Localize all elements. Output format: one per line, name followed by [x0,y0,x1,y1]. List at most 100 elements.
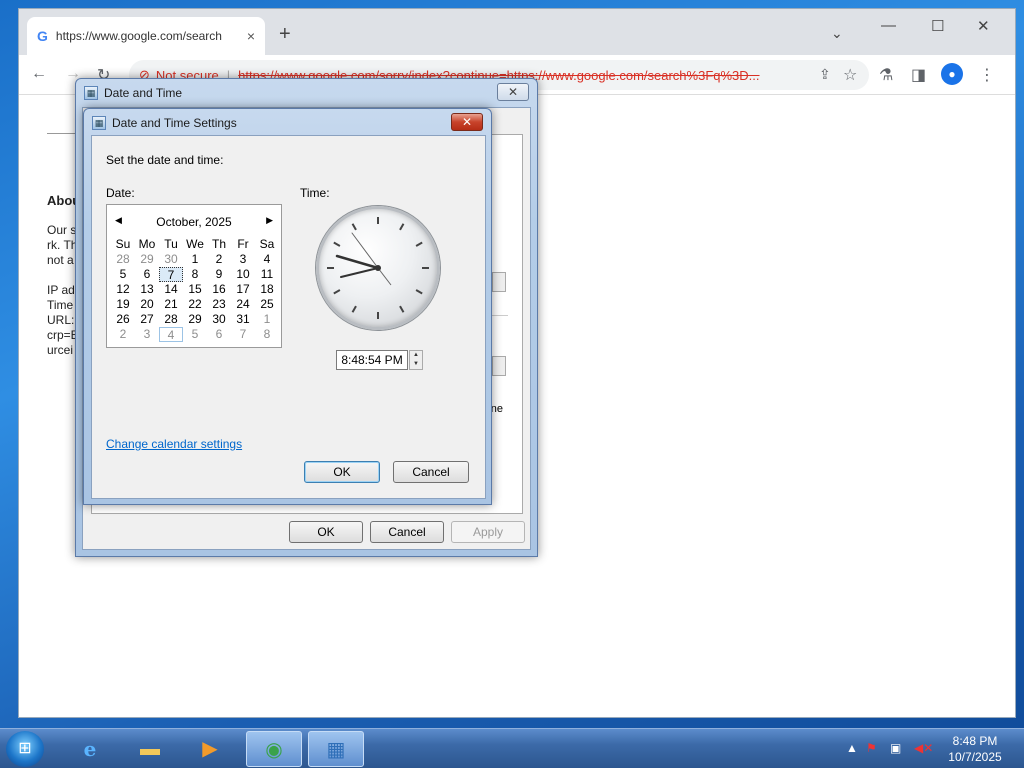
calendar-day[interactable]: 14 [159,282,183,297]
weekday-header-row: Su Mo Tu We Th Fr Sa [111,237,279,252]
network-icon[interactable]: ▣ [890,741,901,755]
minimize-button[interactable]: — [881,17,896,34]
time-spinner[interactable]: ▲ ▼ [409,350,423,370]
window-close-button[interactable]: ✕ [977,17,990,35]
calendar-day[interactable]: 28 [159,312,183,327]
calendar-day[interactable]: 29 [135,252,159,267]
labs-flask-icon[interactable]: ⚗ [879,65,893,85]
tab-search-icon[interactable]: ⌄ [831,25,843,42]
outer-ok-button[interactable]: OK [289,521,363,543]
calendar-day[interactable]: 25 [255,297,279,312]
time-label: Time: [300,186,330,200]
media-player-icon[interactable]: ▶ [182,731,238,767]
calendar-day[interactable]: 17 [231,282,255,297]
calendar-day[interactable]: 30 [207,312,231,327]
calendar-day-selected[interactable]: 7 [159,267,183,282]
calendar-day[interactable]: 8 [183,267,207,282]
calendar-day[interactable]: 6 [135,267,159,282]
inner-cancel-button[interactable]: Cancel [393,461,469,483]
calendar-day[interactable]: 1 [183,252,207,267]
calendar-month-year[interactable]: October, 2025 [107,215,281,229]
time-input[interactable]: 8:48:54 PM [336,350,408,370]
week-row: 2 3 4 5 6 7 8 [111,327,279,342]
calendar-day[interactable]: 12 [111,282,135,297]
chrome-taskbar-icon[interactable]: ◉ [246,731,302,767]
week-row: 26 27 28 29 30 31 1 [111,312,279,327]
page-line: urcei [47,343,74,357]
page-line: rk. Th [47,238,78,252]
calendar-day[interactable]: 19 [111,297,135,312]
calendar[interactable]: ◀ October, 2025 ▶ Su Mo Tu We Th Fr Sa 2… [106,204,282,348]
change-calendar-settings-link[interactable]: Change calendar settings [106,437,242,451]
change-timezone-button[interactable] [492,356,506,376]
calendar-day[interactable]: 18 [255,282,279,297]
show-hidden-icons-button[interactable]: ▲ [846,741,858,755]
apply-button[interactable]: Apply [451,521,525,543]
outer-cancel-button[interactable]: Cancel [370,521,444,543]
inner-dialog-titlebar: ▦ Date and Time Settings ✕ [84,109,491,137]
calendar-day[interactable]: 11 [255,267,279,282]
calendar-day[interactable]: 21 [159,297,183,312]
profile-avatar[interactable]: ● [941,63,963,85]
calendar-day[interactable]: 2 [207,252,231,267]
page-line: Time [47,298,74,312]
calendar-day[interactable]: 5 [111,267,135,282]
file-explorer-icon[interactable]: ▬ [122,731,178,767]
share-icon[interactable]: ⇪ [819,66,831,83]
change-date-button[interactable] [492,272,506,292]
calendar-day[interactable]: 10 [231,267,255,282]
calendar-day[interactable]: 24 [231,297,255,312]
inner-dialog-close-button[interactable]: ✕ [451,113,483,131]
calendar-day[interactable]: 28 [111,252,135,267]
calendar-day[interactable]: 13 [135,282,159,297]
calendar-day[interactable]: 31 [231,312,255,327]
tab-close-icon[interactable]: × [247,28,255,44]
calendar-day[interactable]: 26 [111,312,135,327]
page-line: Our s [47,223,77,237]
start-button[interactable]: ⊞ [6,731,44,767]
page-line: not a [47,253,74,267]
spin-down-icon[interactable]: ▼ [410,360,422,369]
week-row: 19 20 21 22 23 24 25 [111,297,279,312]
calendar-day[interactable]: 4 [255,252,279,267]
back-icon[interactable]: ← [31,65,47,83]
calendar-day[interactable]: 15 [183,282,207,297]
calendar-day[interactable]: 3 [135,327,159,342]
spin-up-icon[interactable]: ▲ [410,351,422,360]
calendar-day[interactable]: 3 [231,252,255,267]
calendar-day[interactable]: 29 [183,312,207,327]
internet-explorer-icon[interactable]: e [62,731,118,767]
calendar-day[interactable]: 30 [159,252,183,267]
inner-ok-button[interactable]: OK [304,461,380,483]
hour-hand [335,254,380,270]
calendar-day[interactable]: 22 [183,297,207,312]
next-month-icon[interactable]: ▶ [266,215,273,226]
calendar-day[interactable]: 8 [255,327,279,342]
action-center-flag-icon[interactable]: ⚑ [866,741,877,755]
date-time-taskbar-icon[interactable]: ▦ [308,731,364,767]
maximize-button[interactable]: ☐ [931,17,944,35]
weekday-label: Mo [138,237,156,251]
calendar-day[interactable]: 9 [207,267,231,282]
calendar-day[interactable]: 7 [231,327,255,342]
clock-svg [327,217,429,319]
new-tab-button[interactable]: + [279,23,291,46]
browser-tab[interactable]: G https://www.google.com/search × [27,17,265,55]
calendar-day[interactable]: 27 [135,312,159,327]
calendar-day[interactable]: 5 [183,327,207,342]
side-panel-icon[interactable]: ◨ [911,65,926,85]
calendar-day[interactable]: 1 [255,312,279,327]
calendar-day-today[interactable]: 4 [159,327,183,342]
tray-clock[interactable]: 8:48 PM 10/7/2025 [940,733,1010,765]
bookmark-star-icon[interactable]: ☆ [843,65,857,85]
outer-dialog-close-button[interactable]: ✕ [497,83,529,101]
calendar-day[interactable]: 6 [207,327,231,342]
calendar-day[interactable]: 2 [111,327,135,342]
menu-kebab-icon[interactable]: ⋮ [979,65,995,85]
calendar-day[interactable]: 16 [207,282,231,297]
page-line: crp=E [47,328,79,342]
calendar-day[interactable]: 23 [207,297,231,312]
calendar-day[interactable]: 20 [135,297,159,312]
volume-muted-icon[interactable]: ◀✕ [914,741,933,755]
google-favicon-icon: G [37,28,48,44]
